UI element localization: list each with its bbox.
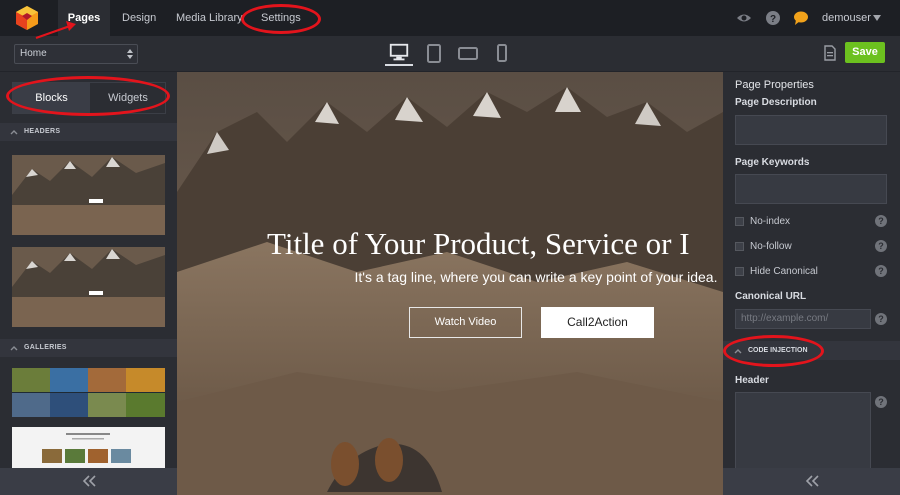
double-chevron-left-icon <box>805 475 819 487</box>
hero-title[interactable]: Title of Your Product, Service or I <box>267 226 690 262</box>
hide-canonical-option: Hide Canonical ? <box>735 265 889 279</box>
top-nav-bar: Pages Design Media Library Settings ? de… <box>0 0 900 36</box>
mobile-view-icon[interactable] <box>488 42 516 66</box>
collapse-left-panel-button[interactable] <box>0 468 177 495</box>
editor-toolbar: Home <box>0 36 900 72</box>
section-headers[interactable]: HEADERS <box>0 123 177 141</box>
hide-canonical-checkbox[interactable] <box>735 267 744 276</box>
block-thumbnail-header-1[interactable] <box>12 155 165 235</box>
user-menu[interactable]: demouser <box>822 0 871 36</box>
tab-design[interactable]: Design <box>122 0 156 36</box>
checkbox-label: Hide Canonical <box>750 266 818 277</box>
no-follow-checkbox[interactable] <box>735 242 744 251</box>
header-code-field[interactable] <box>735 392 871 470</box>
page-description-label: Page Description <box>735 97 817 108</box>
section-code-injection[interactable]: CODE INJECTION <box>723 341 900 360</box>
chevron-up-icon <box>734 349 742 354</box>
photo-grid-thumbnail-image <box>12 368 165 417</box>
help-icon[interactable]: ? <box>765 10 781 26</box>
tab-media-library[interactable]: Media Library <box>176 0 243 36</box>
page-keywords-label: Page Keywords <box>735 157 810 168</box>
blocks-panel: Blocks Widgets HEADERS GALLERIES <box>0 72 177 495</box>
eye-icon[interactable] <box>736 10 752 26</box>
help-icon[interactable]: ? <box>875 215 887 227</box>
block-thumbnail-header-2[interactable] <box>12 247 165 327</box>
no-index-option: No-index ? <box>735 215 889 229</box>
tablet-landscape-view-icon[interactable] <box>454 42 482 66</box>
page-select-value: Home <box>20 48 47 59</box>
block-thumbnail-gallery-1[interactable] <box>12 368 165 417</box>
hero-tagline[interactable]: It's a tag line, where you can write a k… <box>177 269 723 285</box>
section-title: CODE INJECTION <box>748 347 808 354</box>
annotation-arrow <box>35 21 76 40</box>
page-select[interactable]: Home <box>14 44 138 64</box>
chat-icon[interactable] <box>793 10 809 26</box>
call-to-action-button[interactable]: Call2Action <box>541 307 654 338</box>
mountain-thumbnail-image <box>12 155 165 235</box>
svg-text:?: ? <box>770 14 776 25</box>
page-canvas[interactable]: Title of Your Product, Service or I It's… <box>177 72 723 495</box>
canonical-url-input[interactable]: http://example.com/ <box>735 309 871 329</box>
mountain-thumbnail-image <box>12 247 165 327</box>
help-icon[interactable]: ? <box>875 396 887 408</box>
tab-settings[interactable]: Settings <box>261 0 301 36</box>
help-icon[interactable]: ? <box>875 313 887 325</box>
header-code-label: Header <box>735 375 769 386</box>
tab-blocks[interactable]: Blocks <box>13 83 90 113</box>
block-thumbnail-gallery-2[interactable] <box>12 427 165 469</box>
chevron-up-icon <box>10 346 18 351</box>
chevron-up-icon <box>10 130 18 135</box>
save-button[interactable]: Save <box>845 42 885 63</box>
chevron-down-icon[interactable] <box>873 15 881 21</box>
no-follow-option: No-follow ? <box>735 240 889 254</box>
no-index-checkbox[interactable] <box>735 217 744 226</box>
page-description-field[interactable] <box>735 115 887 145</box>
section-galleries[interactable]: GALLERIES <box>0 339 177 357</box>
double-chevron-left-icon <box>82 475 96 487</box>
desktop-view-icon[interactable] <box>385 42 413 66</box>
watch-video-button[interactable]: Watch Video <box>409 307 522 338</box>
export-file-icon[interactable] <box>824 45 836 61</box>
section-title: HEADERS <box>24 128 61 135</box>
panel-title: Page Properties <box>735 79 814 91</box>
section-title: GALLERIES <box>24 344 67 351</box>
tab-widgets[interactable]: Widgets <box>90 83 166 113</box>
select-arrows-icon <box>127 49 133 59</box>
help-icon[interactable]: ? <box>875 240 887 252</box>
help-icon[interactable]: ? <box>875 265 887 277</box>
checkbox-label: No-index <box>750 216 791 227</box>
checkbox-label: No-follow <box>750 241 792 252</box>
canonical-url-label: Canonical URL <box>735 291 807 302</box>
page-keywords-field[interactable] <box>735 174 887 204</box>
tablet-view-icon[interactable] <box>420 42 448 66</box>
collapse-right-panel-button[interactable] <box>723 468 900 495</box>
panel-tabs: Blocks Widgets <box>12 82 166 114</box>
gallery-thumbnail-image <box>12 427 165 469</box>
page-properties-panel: Page Properties Page Description Page Ke… <box>723 72 900 495</box>
